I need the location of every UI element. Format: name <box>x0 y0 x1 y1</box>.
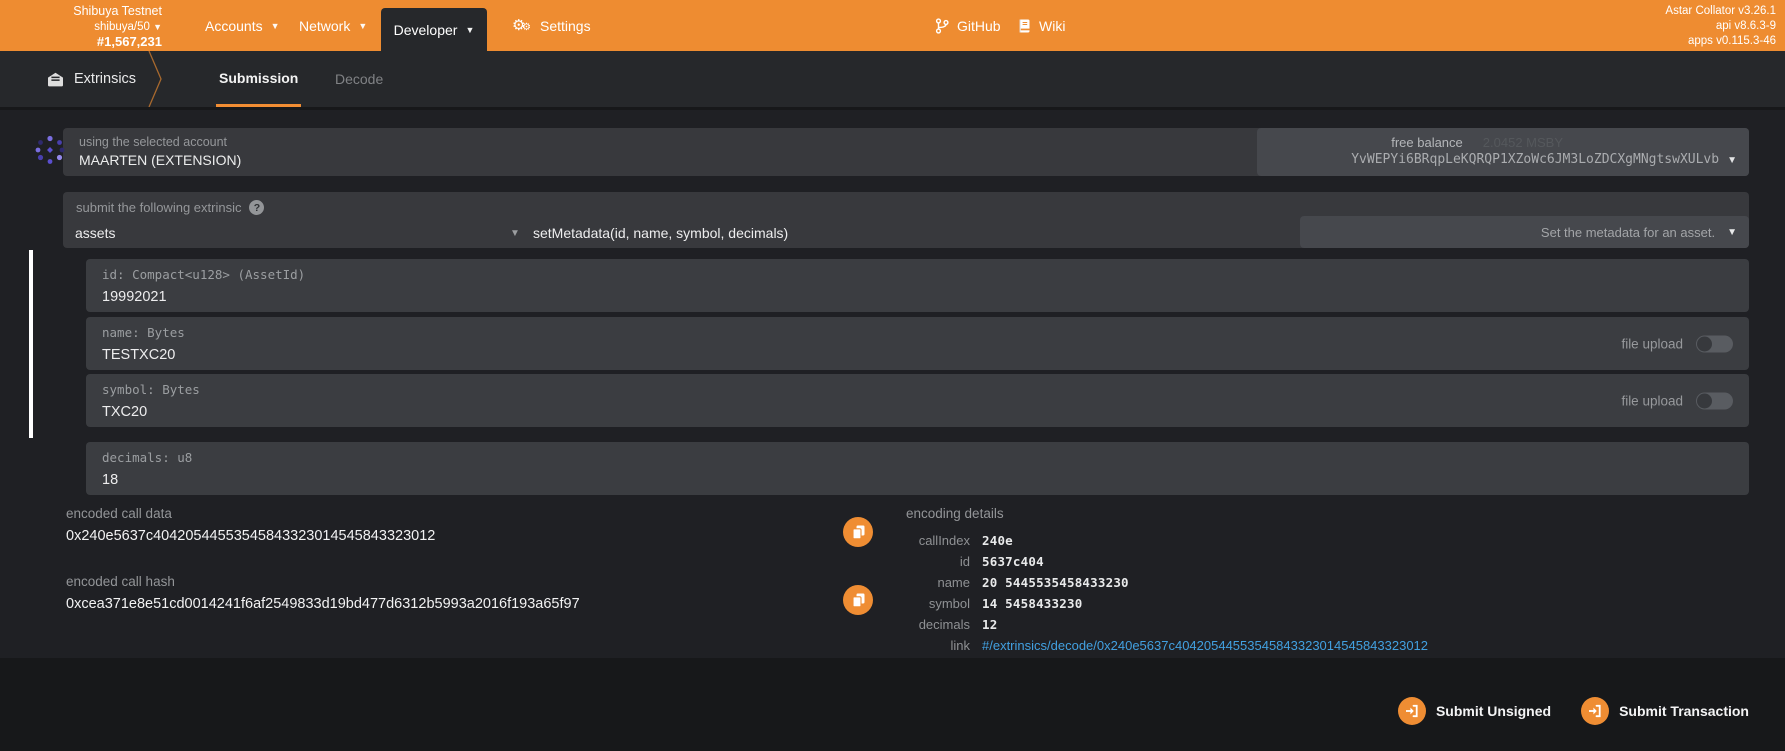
api-version: api v8.6.3-9 <box>1665 19 1776 34</box>
chain-name: Shibuya Testnet <box>0 4 162 20</box>
file-upload-toggle[interactable] <box>1696 392 1733 409</box>
params-indent-bar <box>29 250 33 438</box>
method-dropdown[interactable]: setMetadata(id, name, symbol, decimals) <box>533 225 788 241</box>
file-upload-control: file upload <box>1621 335 1733 352</box>
param-decimals-label: decimals: u8 <box>102 450 1733 465</box>
decode-link[interactable]: #/extrinsics/decode/0x240e5637c404205445… <box>982 635 1428 656</box>
encoding-row-link: link #/extrinsics/decode/0x240e5637c4042… <box>890 635 1428 656</box>
chevron-down-icon: ▼ <box>271 21 280 31</box>
tab-bar: Extrinsics Submission Decode <box>0 51 1785 107</box>
copy-call-hash-button[interactable] <box>843 585 873 615</box>
submit-actions: Submit Unsigned Submit Transaction <box>1398 697 1749 725</box>
account-identicon <box>34 134 66 166</box>
copy-icon <box>851 592 866 608</box>
account-select-card: using the selected account MAARTEN (EXTE… <box>63 128 1749 176</box>
param-decimals-field: decimals: u8 <box>86 442 1749 495</box>
submit-unsigned-button[interactable]: Submit Unsigned <box>1398 697 1551 725</box>
content-area: using the selected account MAARTEN (EXTE… <box>0 110 1785 658</box>
encoded-call-hash-block: encoded call hash 0xcea371e8e51cd0014241… <box>66 574 826 612</box>
best-block-number: #1,567,231 <box>0 34 162 50</box>
copy-icon <box>851 524 866 540</box>
encoded-call-hash-value: 0xcea371e8e51cd0014241f6af2549833d19bd47… <box>66 596 826 612</box>
encoding-details-title: encoding details <box>906 506 1428 521</box>
encoding-row-decimals: decimals 12 <box>890 614 1428 635</box>
nav-settings[interactable]: ⚙⚙ Settings <box>512 0 591 51</box>
book-icon <box>1018 18 1031 34</box>
top-bar: Shibuya Testnet shibuya/50 ▼ #1,567,231 … <box>0 0 1785 51</box>
param-id-field: id: Compact<u128> (AssetId) <box>86 259 1749 312</box>
encoding-details-panel: encoding details callIndex 240e id 5637c… <box>890 506 1428 656</box>
extrinsics-icon <box>47 72 64 87</box>
code-branch-icon <box>935 18 949 34</box>
encoding-row-name: name 20 5445535458433230 <box>890 572 1428 593</box>
method-help-text: Set the metadata for an asset. <box>1541 225 1715 240</box>
file-upload-label: file upload <box>1621 393 1683 408</box>
encoded-call-data-value: 0x240e5637c40420544553545843323014545843… <box>66 528 826 544</box>
github-link[interactable]: GitHub <box>935 0 1001 51</box>
param-name-field: name: Bytes file upload <box>86 317 1749 370</box>
free-balance-value: 2.0452 MSBY <box>1483 135 1563 150</box>
param-symbol-label: symbol: Bytes <box>102 382 1733 397</box>
wiki-link[interactable]: Wiki <box>1018 0 1065 51</box>
chevron-down-icon: ▼ <box>1727 155 1737 166</box>
encoded-call-hash-label: encoded call hash <box>66 574 826 589</box>
file-upload-toggle[interactable] <box>1696 335 1733 352</box>
encoded-call-data-block: encoded call data 0x240e5637c40420544553… <box>66 506 826 544</box>
extrinsic-select-card: submit the following extrinsic ? assets … <box>63 192 1749 248</box>
chain-spec: shibuya/50 ▼ <box>0 20 162 34</box>
extrinsic-select-label: submit the following extrinsic ? <box>63 192 1749 215</box>
section-divider <box>148 51 164 107</box>
encoded-call-data-label: encoded call data <box>66 506 826 521</box>
param-id-input[interactable] <box>102 289 1081 305</box>
param-name-input[interactable] <box>102 347 1081 363</box>
account-address-row: YvWEPYi6BRqpLeKQRQP1XZoWc6JM3LoZDCXgMNgt… <box>1257 151 1749 170</box>
free-balance-label: free balance <box>1391 135 1463 150</box>
chevron-down-icon: ▼ <box>1727 227 1737 238</box>
nav-developer-active[interactable]: Developer▼ <box>381 8 487 51</box>
account-address: YvWEPYi6BRqpLeKQRQP1XZoWc6JM3LoZDCXgMNgt… <box>1351 152 1719 167</box>
param-symbol-input[interactable] <box>102 404 1081 420</box>
sign-in-icon <box>1398 697 1426 725</box>
nav-accounts[interactable]: Accounts▼ <box>205 0 280 51</box>
file-upload-control: file upload <box>1621 392 1733 409</box>
help-icon[interactable]: ? <box>249 200 264 215</box>
encoding-row-callindex: callIndex 240e <box>890 530 1428 551</box>
free-balance-row: free balance 2.0452 MSBY <box>1257 134 1749 151</box>
encoding-row-id: id 5637c404 <box>890 551 1428 572</box>
copy-call-data-button[interactable] <box>843 517 873 547</box>
tab-decode[interactable]: Decode <box>332 51 386 107</box>
chevron-down-icon: ▼ <box>465 25 474 35</box>
pallet-dropdown[interactable]: assets <box>75 225 115 241</box>
param-decimals-input[interactable] <box>102 472 1081 488</box>
chevron-down-icon: ▼ <box>153 22 162 32</box>
submit-transaction-button[interactable]: Submit Transaction <box>1581 697 1749 725</box>
apps-version: apps v0.115.3-46 <box>1665 34 1776 49</box>
method-help-dropdown[interactable]: Set the metadata for an asset. ▼ <box>1300 216 1749 248</box>
file-upload-label: file upload <box>1621 336 1683 351</box>
param-id-label: id: Compact<u128> (AssetId) <box>102 267 1733 282</box>
gears-icon: ⚙⚙ <box>512 17 532 35</box>
extrinsics-page: Shibuya Testnet shibuya/50 ▼ #1,567,231 … <box>0 0 1785 751</box>
version-info: Astar Collator v3.26.1 api v8.6.3-9 apps… <box>1665 4 1776 50</box>
param-symbol-field: symbol: Bytes file upload <box>86 374 1749 427</box>
chevron-down-icon: ▼ <box>358 21 367 31</box>
sign-in-icon <box>1581 697 1609 725</box>
chain-selector[interactable]: Shibuya Testnet shibuya/50 ▼ #1,567,231 <box>0 4 162 50</box>
node-version: Astar Collator v3.26.1 <box>1665 4 1776 19</box>
nav-network[interactable]: Network▼ <box>299 0 367 51</box>
param-name-label: name: Bytes <box>102 325 1733 340</box>
tab-submission[interactable]: Submission <box>216 51 301 107</box>
section-title: Extrinsics <box>47 51 136 107</box>
account-dropdown[interactable]: free balance 2.0452 MSBY YvWEPYi6BRqpLeKQ… <box>1257 128 1749 176</box>
encoding-row-symbol: symbol 14 5458433230 <box>890 593 1428 614</box>
chevron-down-icon[interactable]: ▼ <box>510 228 520 239</box>
